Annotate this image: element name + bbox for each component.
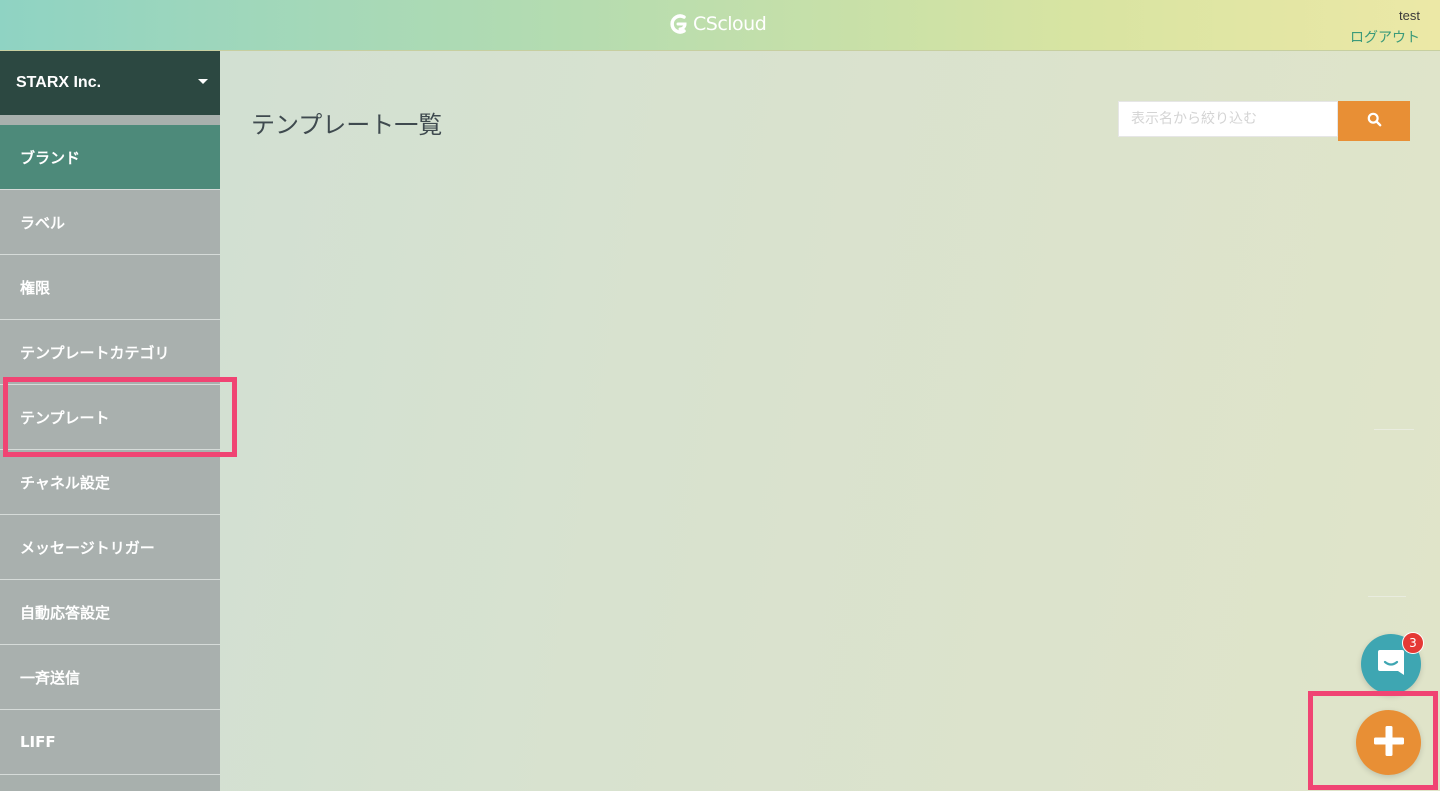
sidebar-item-label: チャネル設定 xyxy=(20,473,110,492)
sidebar-item-label: メッセージトリガー xyxy=(20,538,155,557)
cscloud-logo[interactable]: CScloud xyxy=(668,12,767,36)
sidebar-nav: ブランド ラベル 権限 テンプレートカテゴリ テンプレート チャネル設定 メッセ… xyxy=(0,125,220,775)
sidebar-item-permissions[interactable]: 権限 xyxy=(0,255,220,320)
sidebar-item-auto-reply[interactable]: 自動応答設定 xyxy=(0,580,220,645)
page-title: テンプレート一覧 xyxy=(251,111,443,139)
plus-icon xyxy=(1372,724,1406,762)
sidebar-item-template-category[interactable]: テンプレートカテゴリ xyxy=(0,320,220,385)
sidebar-item-broadcast[interactable]: 一斉送信 xyxy=(0,645,220,710)
sidebar-item-brand[interactable]: ブランド xyxy=(0,125,220,190)
page: CScloud test ログアウト STARX Inc. ブランド ラベル 権… xyxy=(0,0,1440,791)
sidebar-item-label: LIFF xyxy=(20,733,56,751)
sidebar-item-channel-settings[interactable]: チャネル設定 xyxy=(0,450,220,515)
sidebar-item-liff[interactable]: LIFF xyxy=(0,710,220,775)
search-input[interactable] xyxy=(1118,101,1338,137)
sidebar-item-label: ブランド xyxy=(20,148,81,167)
user-name: test xyxy=(1399,8,1420,23)
divider xyxy=(1374,429,1414,430)
logout-link[interactable]: ログアウト xyxy=(1350,27,1420,47)
search-icon xyxy=(1367,112,1382,130)
logo-text: CScloud xyxy=(693,13,767,35)
sidebar-item-template[interactable]: テンプレート xyxy=(0,385,220,450)
caret-down-icon xyxy=(198,79,208,84)
sidebar: STARX Inc. ブランド ラベル 権限 テンプレートカテゴリ テンプレート… xyxy=(0,51,220,791)
sidebar-item-label: 権限 xyxy=(20,278,51,297)
top-header: CScloud test ログアウト xyxy=(0,0,1440,51)
sidebar-item-message-trigger[interactable]: メッセージトリガー xyxy=(0,515,220,580)
sidebar-item-label: 自動応答設定 xyxy=(20,603,111,622)
add-template-button[interactable] xyxy=(1356,710,1421,775)
sidebar-item-label: ラベル xyxy=(20,213,66,232)
org-name: STARX Inc. xyxy=(16,74,102,91)
sidebar-item-label: テンプレートカテゴリ xyxy=(20,343,170,362)
sidebar-item-label: 一斉送信 xyxy=(20,668,81,687)
logo-mark-icon xyxy=(668,12,690,36)
sidebar-item-label-settings[interactable]: ラベル xyxy=(0,190,220,255)
sidebar-item-label: テンプレート xyxy=(20,408,110,427)
chat-icon xyxy=(1375,646,1407,682)
org-switcher[interactable]: STARX Inc. xyxy=(0,51,220,115)
search-button[interactable] xyxy=(1338,101,1410,141)
notification-badge: 3 xyxy=(1402,632,1424,654)
divider xyxy=(1368,596,1406,597)
